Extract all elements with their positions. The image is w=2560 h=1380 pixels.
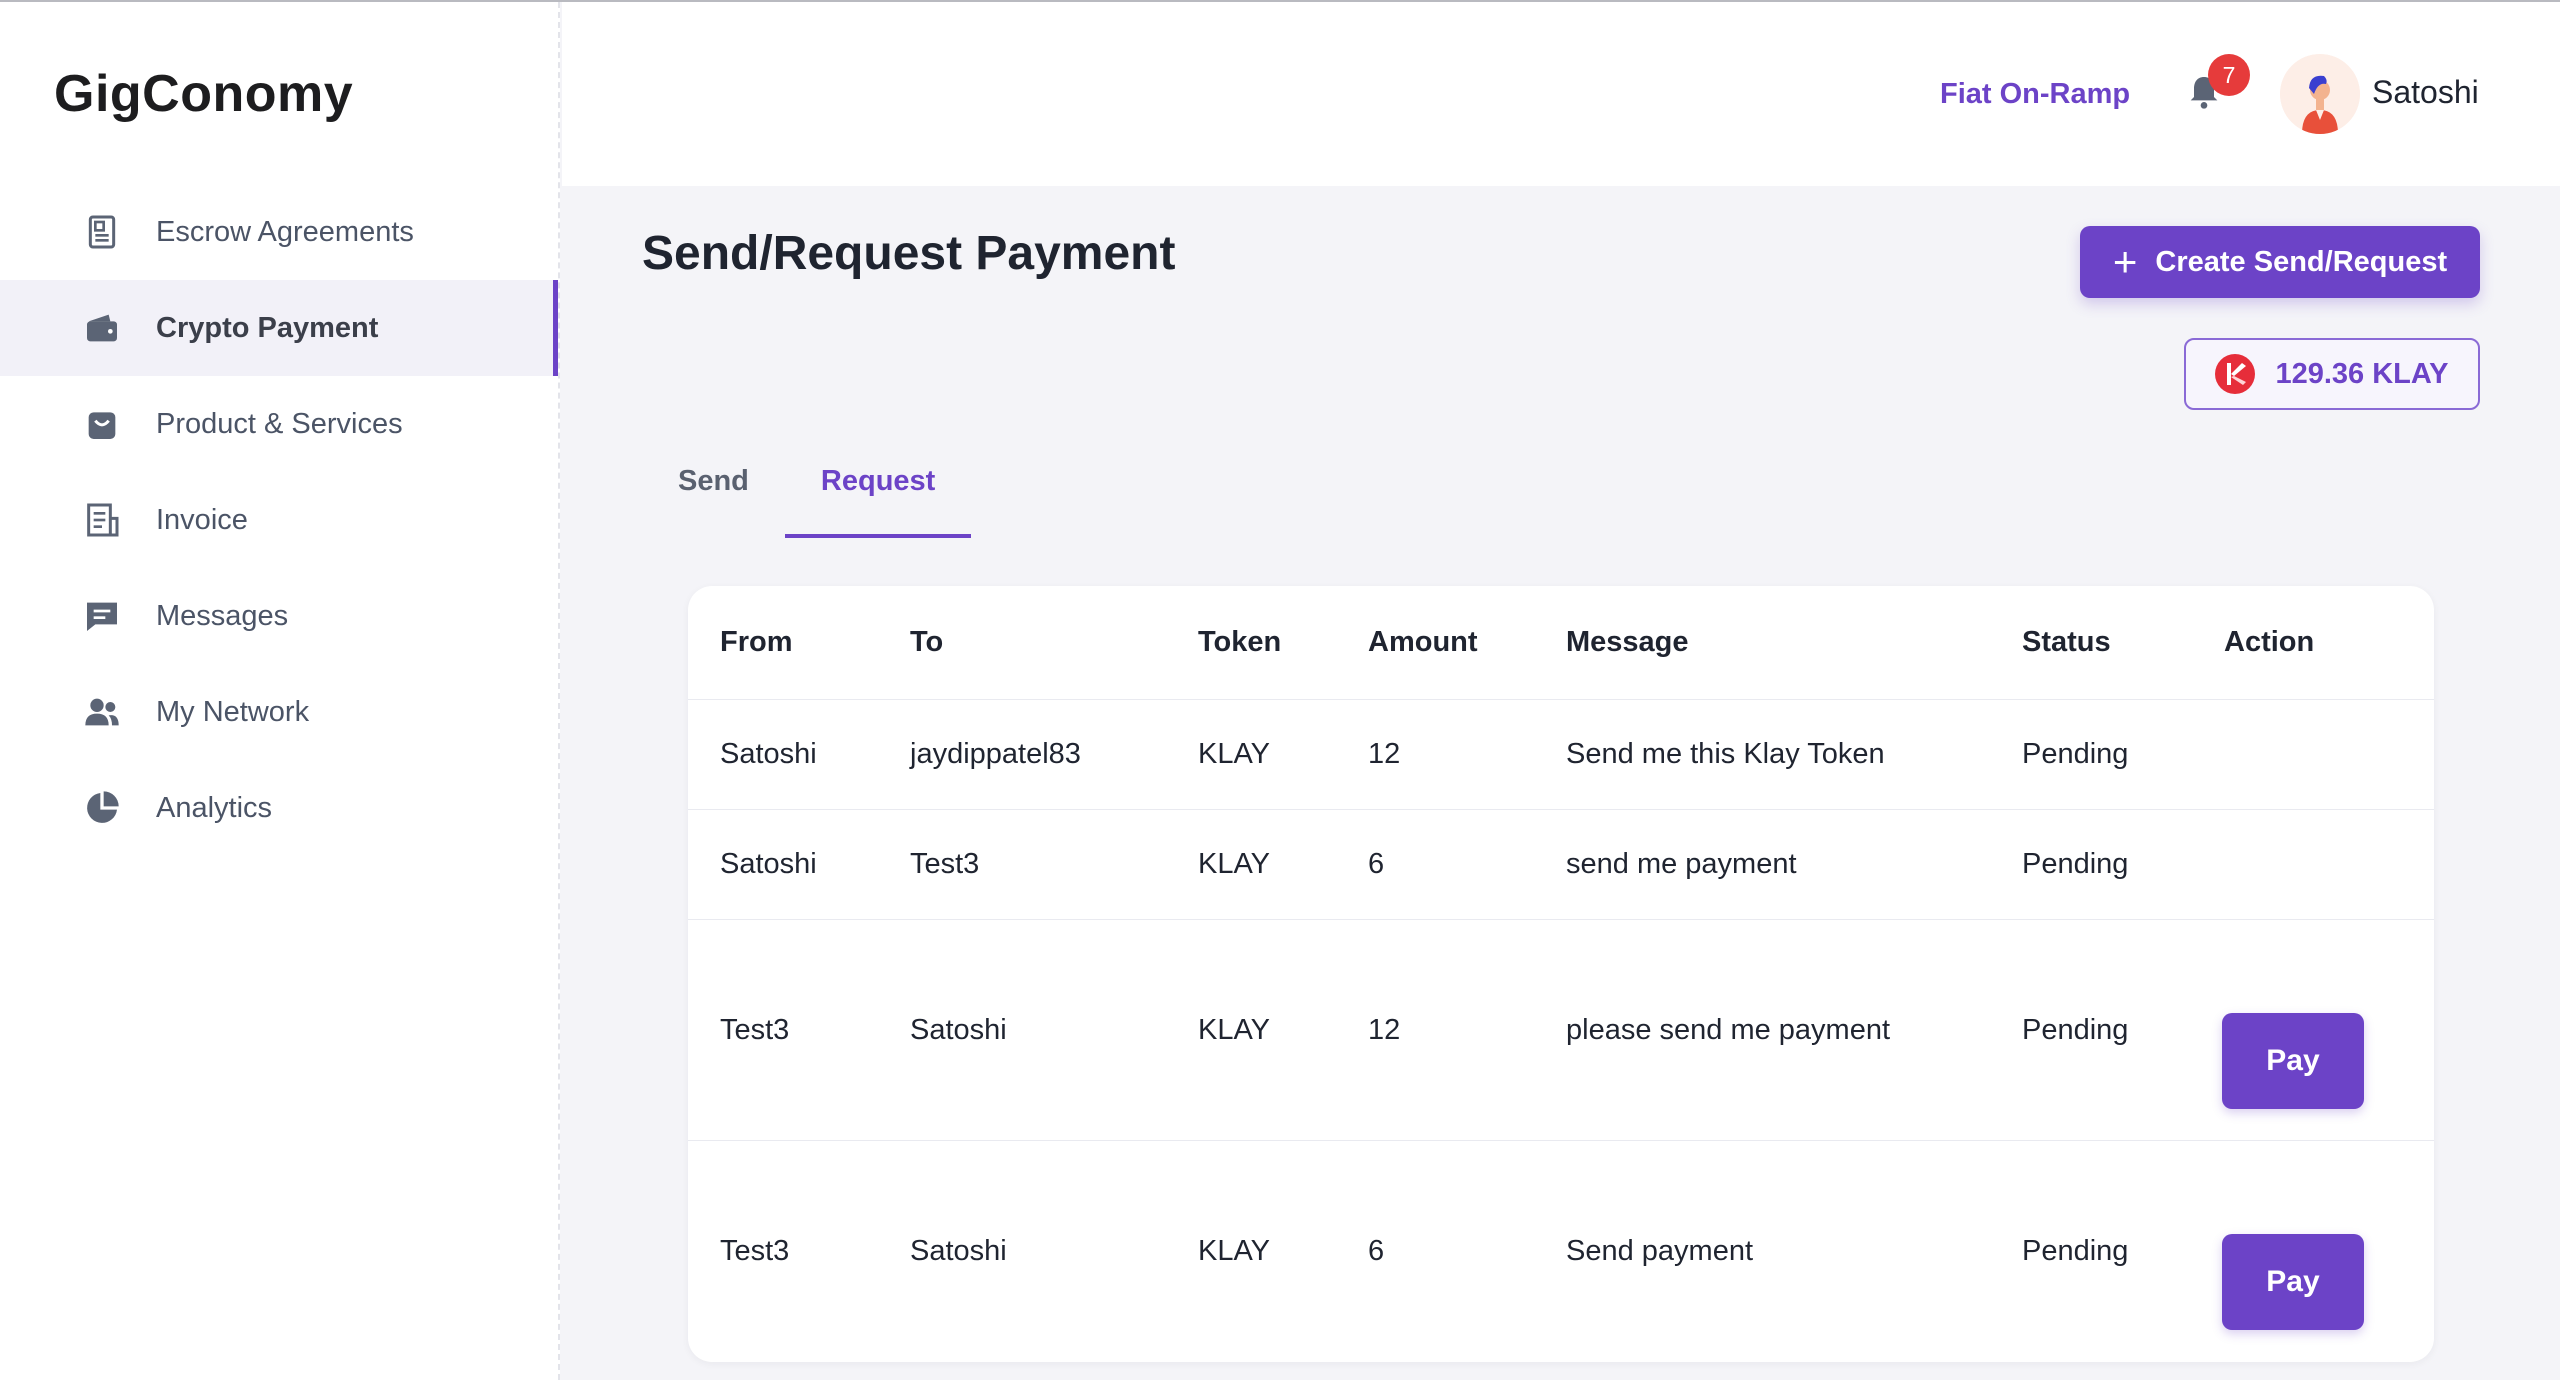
table-row: Test3 Satoshi KLAY 12 please send me pay…: [688, 920, 2434, 1141]
table-row: Satoshi Test3 KLAY 6 send me payment Pen…: [688, 810, 2434, 920]
cell-status: Pending: [2022, 738, 2129, 770]
cell-amount: 12: [1368, 1014, 1401, 1046]
cell-message: Send payment: [1566, 1235, 1754, 1267]
cell-amount: 6: [1368, 848, 1385, 880]
cell-token: KLAY: [1198, 1235, 1271, 1267]
invoice-receipt-icon: [82, 500, 122, 540]
cell-amount: 6: [1368, 1235, 1385, 1267]
cell-message: Send me this Klay Token: [1566, 738, 1885, 770]
tab-send[interactable]: Send: [642, 456, 785, 538]
create-button-label: Create Send/Request: [2155, 245, 2448, 278]
sidebar-item-label: Messages: [156, 599, 289, 632]
user-avatar[interactable]: [2280, 54, 2360, 134]
app-window: GigConomy Escrow Agreements Crypto Payme…: [0, 0, 2560, 1380]
main-content: Send/Request Payment + Create Send/Reque…: [562, 186, 2560, 1380]
klay-balance-badge: 129.36 KLAY: [2184, 338, 2480, 410]
balance-value: 129.36 KLAY: [2275, 357, 2449, 390]
fiat-on-ramp-link[interactable]: Fiat On-Ramp: [1940, 78, 2130, 111]
sidebar-item-analytics[interactable]: Analytics: [0, 760, 558, 856]
sidebar-item-label: Analytics: [156, 791, 273, 824]
cell-from: Satoshi: [720, 738, 817, 770]
sidebar-item-label: Crypto Payment: [156, 311, 379, 344]
cell-status: Pending: [2022, 1014, 2129, 1046]
sidebar-nav: Escrow Agreements Crypto Payment Product…: [0, 184, 558, 856]
table-row: Satoshi jaydippatel83 KLAY 12 Send me th…: [688, 700, 2434, 810]
column-header-status: Status: [2022, 626, 2111, 658]
cell-to: Satoshi: [910, 1014, 1007, 1046]
column-header-message: Message: [1566, 626, 1689, 658]
column-header-amount: Amount: [1368, 626, 1478, 658]
plus-icon: +: [2112, 238, 2138, 285]
sidebar-item-escrow-agreements[interactable]: Escrow Agreements: [0, 184, 558, 280]
cell-to: jaydippatel83: [910, 738, 1081, 770]
message-bubble-icon: [82, 596, 122, 636]
cell-status: Pending: [2022, 1235, 2129, 1267]
klay-token-icon: [2215, 354, 2256, 394]
app-logo[interactable]: GigConomy: [54, 64, 353, 124]
pay-button[interactable]: Pay: [2222, 1234, 2364, 1330]
cell-amount: 12: [1368, 738, 1401, 770]
column-header-to: To: [910, 626, 944, 658]
cell-message: please send me payment: [1566, 1014, 1891, 1046]
people-icon: [82, 692, 122, 732]
sidebar-item-label: My Network: [156, 695, 310, 728]
pay-button[interactable]: Pay: [2222, 1013, 2364, 1109]
table-row: Test3 Satoshi KLAY 6 Send payment Pendin…: [688, 1141, 2434, 1362]
cell-to: Satoshi: [910, 1235, 1007, 1267]
payment-tabs: Send Request: [642, 456, 972, 538]
sidebar-item-my-network[interactable]: My Network: [0, 664, 558, 760]
cell-from: Test3: [720, 1014, 790, 1046]
top-header: Fiat On-Ramp 7 Satoshi: [562, 2, 2560, 186]
cell-from: Test3: [720, 1235, 790, 1267]
pie-chart-icon: [82, 788, 122, 828]
sidebar-item-label: Product & Services: [156, 407, 403, 440]
shopping-bag-icon: [82, 404, 122, 444]
cell-token: KLAY: [1198, 848, 1271, 880]
column-header-action: Action: [2224, 626, 2315, 658]
cell-from: Satoshi: [720, 848, 817, 880]
sidebar-item-label: Invoice: [156, 503, 248, 536]
sidebar-item-product-services[interactable]: Product & Services: [0, 376, 558, 472]
user-name[interactable]: Satoshi: [2372, 74, 2479, 111]
wallet-icon: [82, 308, 122, 348]
page-title: Send/Request Payment: [642, 227, 1176, 280]
cell-message: send me payment: [1566, 848, 1797, 880]
cell-status: Pending: [2022, 848, 2129, 880]
table-header: From To Token Amount Message Status Acti…: [688, 586, 2434, 700]
sidebar-item-messages[interactable]: Messages: [0, 568, 558, 664]
column-header-token: Token: [1198, 626, 1282, 658]
tab-request[interactable]: Request: [784, 456, 972, 538]
sidebar-item-invoice[interactable]: Invoice: [0, 472, 558, 568]
column-header-from: From: [720, 626, 793, 658]
requests-table: From To Token Amount Message Status Acti…: [688, 586, 2434, 1362]
create-send-request-button[interactable]: + Create Send/Request: [2080, 226, 2480, 298]
sidebar-item-crypto-payment[interactable]: Crypto Payment: [0, 280, 558, 376]
cell-token: KLAY: [1198, 738, 1271, 770]
cell-to: Test3: [910, 848, 980, 880]
cell-token: KLAY: [1198, 1014, 1271, 1046]
escrow-document-icon: [82, 212, 122, 252]
sidebar-item-label: Escrow Agreements: [156, 215, 414, 248]
sidebar: GigConomy Escrow Agreements Crypto Payme…: [0, 2, 560, 1380]
notification-badge: 7: [2208, 54, 2250, 96]
